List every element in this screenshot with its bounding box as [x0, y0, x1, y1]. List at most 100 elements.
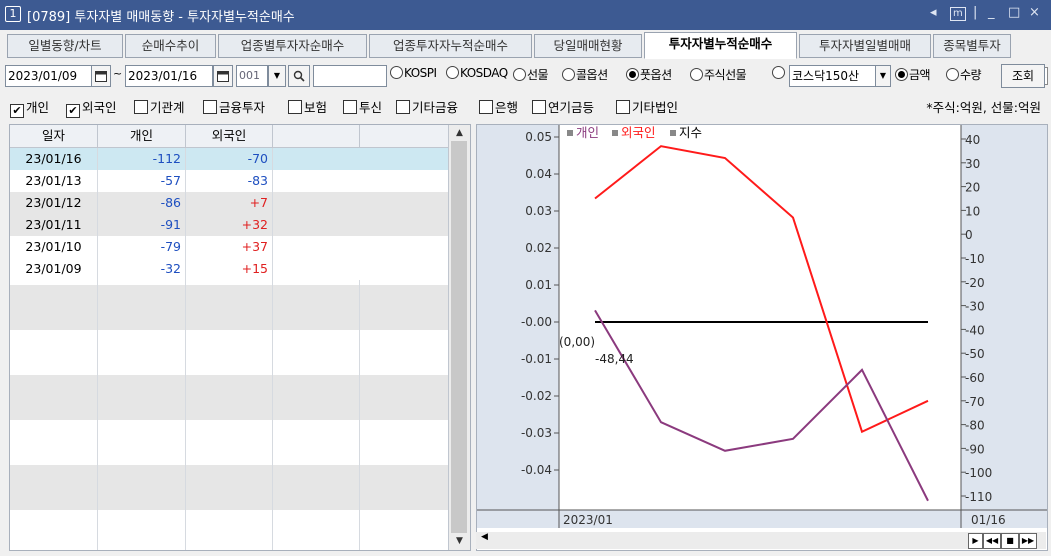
check-insurance-label: 보험 [304, 100, 328, 115]
radio-call[interactable]: 콜옵션 [562, 66, 608, 83]
line-chart[interactable]: 0.05 0.04 0.03 0.02 0.01 -0.00 -0.01 -0.02 -0.03… [477, 125, 1047, 550]
radio-put[interactable]: 풋옵션 [626, 66, 672, 83]
check-bank[interactable]: 은행 [479, 97, 518, 116]
date-to-input[interactable]: 2023/01/16 [125, 65, 213, 87]
calendar-from-icon[interactable] [91, 65, 111, 87]
cell-foreign: +32 [186, 214, 273, 236]
left-tick-label: 0.05 [525, 130, 552, 144]
table-row[interactable]: 23/01/12 -86 +7 [10, 192, 448, 214]
radio-futures-label: 선물 [527, 68, 549, 82]
header-individual[interactable]: 개인 [98, 125, 186, 147]
right-tick-label: -30 [965, 300, 985, 314]
radio-quantity[interactable]: 수량 [946, 66, 982, 83]
cell-individual: -32 [98, 258, 186, 280]
collapse-icon[interactable]: ◂ [930, 5, 937, 20]
check-insurance[interactable]: 보험 [288, 97, 327, 116]
radio-stock-futures[interactable]: 주식선물 [690, 66, 747, 83]
check-trust[interactable]: 투신 [343, 97, 382, 116]
check-individual[interactable]: ✔ 개인 [10, 97, 49, 118]
left-tick-label: 0.02 [525, 241, 552, 255]
unit-note: *주식:억원, 선물:억원 [926, 100, 1041, 115]
row-band [10, 285, 448, 330]
tab-investor-daily[interactable]: 투자자별일별매매 [799, 34, 931, 58]
cell-foreign: +37 [186, 236, 273, 258]
x-start-label: 2023/01 [563, 513, 613, 527]
cell-individual: -79 [98, 236, 186, 258]
cell-individual: -91 [98, 214, 186, 236]
radio-dot [690, 68, 703, 81]
tab-net-buy-trend[interactable]: 순매수추이 [125, 34, 216, 58]
right-tick-label: -20 [965, 276, 985, 290]
search-icon[interactable] [288, 65, 310, 87]
check-institution[interactable]: 기관계 [134, 97, 185, 116]
maximize-icon[interactable]: □ [1008, 5, 1020, 20]
radio-dot [946, 68, 959, 81]
header-date[interactable]: 일자 [10, 125, 98, 147]
checkbox-checked-icon: ✔ [66, 104, 80, 118]
tab-investor-cumulative[interactable]: 투자자별누적순매수 [644, 32, 797, 59]
scroll-thumb[interactable] [451, 141, 467, 533]
series-line-individual [594, 309, 929, 502]
tab-today-trade[interactable]: 당일매매현황 [534, 34, 642, 58]
left-tick-label: 0.04 [525, 167, 552, 181]
check-other-corp[interactable]: 기타법인 [616, 97, 678, 116]
right-tick-label: 20 [965, 181, 980, 195]
right-tick-label: -50 [965, 347, 985, 361]
header-empty [360, 125, 447, 147]
header-foreign[interactable]: 외국인 [186, 125, 273, 147]
radio-stock-futures-label: 주식선물 [704, 68, 747, 82]
table-row[interactable]: 23/01/11 -91 +32 [10, 214, 448, 236]
cell-individual: -57 [98, 170, 186, 192]
index-dropdown-icon[interactable]: ▼ [875, 65, 891, 87]
radio-index[interactable] [772, 66, 786, 80]
radio-kospi[interactable]: KOSPI [390, 66, 437, 80]
check-foreign[interactable]: ✔ 외국인 [66, 97, 117, 118]
check-pension[interactable]: 연기금등 [532, 97, 594, 116]
table-row[interactable]: 23/01/10 -79 +37 [10, 236, 448, 258]
tab-sector-investor[interactable]: 업종별투자자순매수 [218, 34, 367, 58]
close-icon[interactable]: × [1029, 5, 1040, 20]
cell-individual: -112 [98, 148, 186, 170]
rewind-icon[interactable]: ◀◀ [983, 533, 1001, 549]
table-scrollbar[interactable]: ▲ ▼ [448, 125, 470, 550]
memo-icon[interactable]: m [950, 7, 966, 21]
chart-scrollbar[interactable]: ◀ ▶ ◀◀ ■ ▶▶ [476, 532, 1046, 549]
radio-dot [390, 66, 403, 79]
check-other-finance[interactable]: 기타금융 [396, 97, 458, 116]
date-range-tilde: ~ [113, 67, 123, 80]
data-table: 일자 개인 외국인 23/01/16 -112 -70 23/01/13 -57… [9, 124, 471, 551]
radio-amount[interactable]: 금액 [895, 66, 931, 83]
fast-forward-icon[interactable]: ▶▶ [1019, 533, 1037, 549]
code-dropdown-icon[interactable]: ▼ [268, 65, 286, 87]
radio-kosdaq-label: KOSDAQ [460, 66, 508, 80]
stop-icon[interactable]: ■ [1001, 533, 1019, 549]
scroll-up-icon[interactable]: ▲ [449, 125, 470, 141]
table-row[interactable]: 23/01/16 -112 -70 [10, 148, 448, 170]
search-button[interactable]: 조회 [1001, 64, 1045, 88]
right-tick-label: -110 [965, 490, 992, 504]
radio-dot-selected [895, 68, 908, 81]
index-select[interactable]: 코스닥150산 [789, 65, 877, 87]
check-financial-invest[interactable]: 금융투자 [203, 97, 265, 116]
scroll-left-icon[interactable]: ◀ [481, 532, 488, 542]
table-row[interactable]: 23/01/13 -57 -83 [10, 170, 448, 192]
radio-futures[interactable]: 선물 [513, 66, 549, 83]
cell-foreign: -70 [186, 148, 273, 170]
code-select[interactable]: 001 [236, 65, 268, 87]
table-row[interactable]: 23/01/09 -32 +15 [10, 258, 448, 280]
left-tick-label: 0.03 [525, 204, 552, 218]
table-header: 일자 개인 외국인 [10, 125, 448, 148]
radio-dot-selected [626, 68, 639, 81]
calendar-to-icon[interactable] [213, 65, 233, 87]
radio-put-label: 풋옵션 [640, 68, 672, 82]
cell-foreign: -83 [186, 170, 273, 192]
scroll-right-icon[interactable]: ▶ [968, 533, 983, 549]
scroll-down-icon[interactable]: ▼ [449, 533, 470, 549]
tab-daily-chart[interactable]: 일별동향/차트 [7, 34, 123, 58]
tab-sector-cumulative[interactable]: 업종투자자누적순매수 [369, 34, 532, 58]
radio-kosdaq[interactable]: KOSDAQ [446, 66, 508, 80]
minimize-icon[interactable]: _ [988, 5, 995, 20]
tab-stock-investor[interactable]: 종목별투자 [933, 34, 1011, 58]
date-from-input[interactable]: 2023/01/09 [5, 65, 93, 87]
stock-name-input[interactable] [313, 65, 387, 87]
